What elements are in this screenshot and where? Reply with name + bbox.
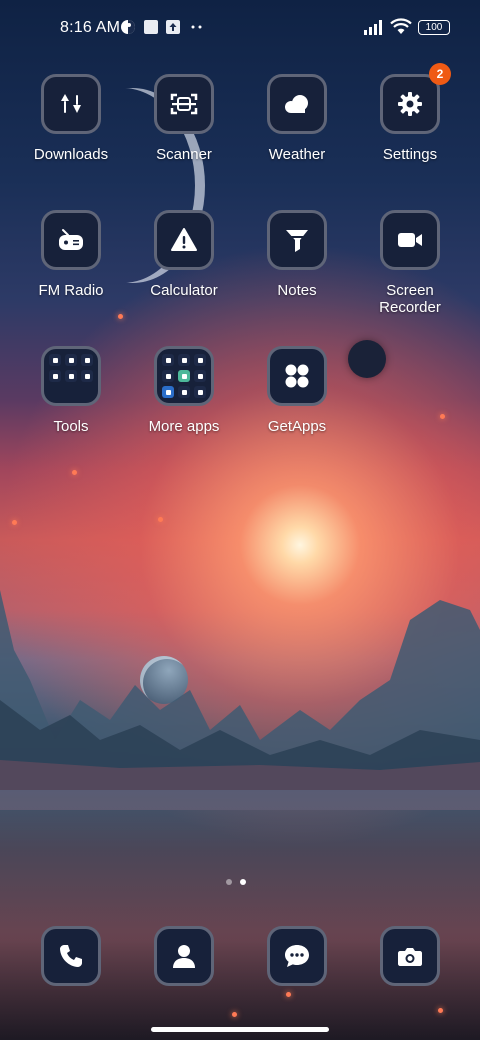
wallpaper-sparkle <box>72 470 77 475</box>
calculator-app-icon[interactable] <box>154 210 214 270</box>
status-time: 8:16 AM <box>60 19 121 36</box>
app-downloads[interactable]: Downloads <box>16 74 126 163</box>
app-getapps[interactable]: GetApps <box>242 346 352 435</box>
messages-icon <box>285 945 309 967</box>
page-dot[interactable] <box>226 879 232 885</box>
getapps-icon <box>285 364 309 388</box>
messages-app-icon[interactable] <box>267 926 327 986</box>
dock-camera[interactable] <box>380 926 440 986</box>
app-fm-radio[interactable]: FM Radio <box>16 210 126 299</box>
page-indicator <box>226 879 246 885</box>
wallpaper-sparkle <box>232 1012 237 1017</box>
dock-messages[interactable] <box>267 926 327 986</box>
radio-icon <box>59 229 83 250</box>
square-icon <box>144 20 158 34</box>
battery-level: 100 <box>425 21 443 33</box>
app-label: Scanner <box>156 146 212 163</box>
settings-app-icon[interactable]: 2 <box>380 63 451 134</box>
downloads-icon <box>61 94 81 113</box>
app-label: Notes <box>277 282 317 299</box>
app-label: Screen Recorder <box>379 282 441 316</box>
contacts-icon <box>173 945 195 968</box>
app-weather[interactable]: Weather <box>242 74 352 163</box>
wallpaper-sparkle <box>12 520 17 525</box>
scanner-icon <box>170 93 198 115</box>
notes-app-icon[interactable] <box>267 210 327 270</box>
weather-icon <box>285 95 308 113</box>
gear-icon <box>398 92 422 116</box>
phone-icon <box>60 945 82 967</box>
tools-folder-icon[interactable] <box>41 346 101 406</box>
contacts-app-icon[interactable] <box>154 926 214 986</box>
folder-icon <box>49 354 93 398</box>
camera-app-icon[interactable] <box>380 926 440 986</box>
signal-icon <box>364 20 382 35</box>
fm-radio-app-icon[interactable] <box>41 210 101 270</box>
more-apps-folder-icon[interactable] <box>154 346 214 406</box>
scanner-app-icon[interactable] <box>154 74 214 134</box>
app-scanner[interactable]: Scanner <box>129 74 239 163</box>
video-camera-icon <box>398 233 422 247</box>
app-label: Calculator <box>150 282 218 299</box>
home-indicator[interactable] <box>151 1027 329 1032</box>
app-label: Settings <box>382 146 438 163</box>
battery-icon: 100 <box>418 20 450 35</box>
page-dot-current[interactable] <box>240 879 246 885</box>
motion-icon <box>121 20 135 34</box>
app-folder-more-apps[interactable]: More apps <box>129 346 239 435</box>
app-label: Downloads <box>33 146 109 163</box>
app-label: Weather <box>268 146 326 163</box>
phone-app-icon[interactable] <box>41 926 101 986</box>
app-screen-recorder[interactable]: Screen Recorder <box>355 210 465 316</box>
dock-contacts[interactable] <box>154 926 214 986</box>
app-calculator[interactable]: Calculator <box>129 210 239 299</box>
wallpaper-sparkle <box>438 1008 443 1013</box>
wallpaper-mountains <box>0 590 480 810</box>
weather-app-icon[interactable] <box>267 74 327 134</box>
dock-phone[interactable] <box>41 926 101 986</box>
upload-icon <box>166 20 180 34</box>
funnel-icon <box>286 230 308 252</box>
app-label: More apps <box>148 418 220 435</box>
downloads-app-icon[interactable] <box>41 74 101 134</box>
wallpaper-planet-dark <box>348 340 386 378</box>
wallpaper-lake <box>0 790 480 1040</box>
more-dots-icon <box>191 25 202 29</box>
app-label: Tools <box>53 418 89 435</box>
screen-recorder-app-icon[interactable] <box>380 210 440 270</box>
wallpaper-sparkle <box>118 314 123 319</box>
wallpaper-sparkle <box>440 414 445 419</box>
app-notes[interactable]: Notes <box>242 210 352 299</box>
wifi-icon <box>390 18 412 34</box>
getapps-app-icon[interactable] <box>267 346 327 406</box>
notification-badge: 2 <box>429 63 451 85</box>
app-folder-tools[interactable]: Tools <box>16 346 126 435</box>
wallpaper-sparkle <box>286 992 291 997</box>
status-bar: 8:16 AM 100 <box>0 0 480 56</box>
app-label: FM Radio <box>38 282 104 299</box>
folder-icon <box>162 354 206 398</box>
app-label: GetApps <box>267 418 327 435</box>
camera-icon <box>398 948 422 966</box>
app-settings[interactable]: 2 Settings <box>355 63 465 163</box>
warning-icon <box>171 228 197 251</box>
wallpaper-sparkle <box>158 517 163 522</box>
